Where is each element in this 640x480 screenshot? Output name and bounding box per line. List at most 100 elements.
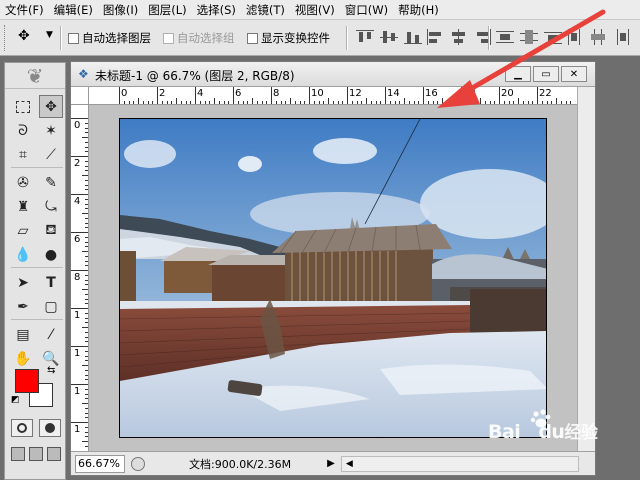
swap-colors-icon[interactable]: ⇆ <box>47 365 55 376</box>
screen-mode-standard-icon[interactable] <box>11 447 25 461</box>
distribute-right-icon[interactable] <box>614 29 632 45</box>
menu-file[interactable]: 文件(F) <box>0 0 49 20</box>
align-left-icon[interactable] <box>426 29 444 45</box>
standard-mode-icon[interactable] <box>11 419 33 437</box>
zoom-field[interactable]: 66.67% <box>75 454 125 473</box>
move-tool-icon[interactable]: ✥ <box>39 95 63 118</box>
default-colors-icon[interactable]: ◩ <box>11 395 20 405</box>
ruler-tick <box>185 101 187 104</box>
ruler-origin[interactable] <box>71 87 89 105</box>
checkbox-box[interactable] <box>247 32 258 44</box>
ruler-tick <box>313 101 315 104</box>
stamp-icon[interactable]: ♜ <box>11 195 35 218</box>
ruler-tick <box>161 101 163 104</box>
distribute-left-icon[interactable] <box>566 29 584 45</box>
separator <box>60 26 62 50</box>
distribute-vcenter-icon[interactable] <box>520 29 538 45</box>
align-bottom-icon[interactable] <box>404 29 422 45</box>
menu-view[interactable]: 视图(V) <box>290 0 340 20</box>
status-icon[interactable] <box>131 456 145 471</box>
bucket-icon[interactable]: ⛾ <box>39 219 63 242</box>
lasso-icon[interactable]: ᘐ <box>11 119 35 142</box>
eraser-icon[interactable]: ▱ <box>11 219 35 242</box>
align-hcenter-icon[interactable] <box>450 29 468 45</box>
marquee-icon[interactable] <box>11 95 35 118</box>
brush-icon[interactable]: ✎ <box>39 171 63 194</box>
distribute-hcenter-icon[interactable] <box>590 29 608 45</box>
distribute-top-icon[interactable] <box>496 29 514 45</box>
ruler-label: 14 <box>387 88 400 99</box>
ruler-tick <box>237 101 239 104</box>
document-info: 文档:900.0K/2.36M <box>189 457 292 471</box>
screen-mode-full-menu-icon[interactable] <box>29 447 43 461</box>
pen-icon[interactable]: ✒ <box>11 295 35 318</box>
show-transform-controls-checkbox[interactable]: 显示变换控件 <box>247 30 330 46</box>
align-vcenter-icon[interactable] <box>380 29 398 45</box>
distribute-bottom-icon[interactable] <box>544 29 562 45</box>
eyedropper-icon[interactable]: ⁄ <box>39 323 63 346</box>
menu-help[interactable]: 帮助(H) <box>393 0 444 20</box>
scroll-left-icon[interactable]: ◀ <box>346 459 353 469</box>
document-titlebar[interactable]: ❖ 未标题-1 @ 66.7% (图层 2, RGB/8) ▁ ▭ ✕ <box>71 62 595 87</box>
close-button[interactable]: ✕ <box>561 66 587 82</box>
options-grip[interactable] <box>4 25 7 51</box>
ruler-tick <box>71 194 88 195</box>
notes-icon[interactable]: ▤ <box>11 323 35 346</box>
path-select-icon[interactable]: ➤ <box>11 271 35 294</box>
history-brush-icon[interactable]: ⤿ <box>39 195 63 218</box>
auto-select-layer-checkbox[interactable]: 自动选择图层 <box>68 30 151 46</box>
ruler-tick <box>85 160 88 162</box>
align-top-icon[interactable] <box>356 29 374 45</box>
horizontal-scrollbar[interactable]: ◀ <box>340 455 579 472</box>
ruler-label: 16 <box>425 88 438 99</box>
ruler-tick <box>294 101 296 104</box>
menu-select[interactable]: 选择(S) <box>192 0 241 20</box>
maximize-button[interactable]: ▭ <box>533 66 559 82</box>
tool-preset-picker[interactable]: ✥ ▼ <box>18 28 58 48</box>
dodge-icon[interactable]: ● <box>39 243 63 266</box>
ruler-tick <box>432 101 434 104</box>
status-menu-arrow-icon[interactable]: ▶ <box>327 458 335 469</box>
ruler-tick <box>442 98 443 104</box>
horizontal-ruler[interactable]: 0 2 4 6 8 10 12 14 16 18 20 22 <box>89 87 577 105</box>
checkbox-box[interactable] <box>68 32 79 44</box>
magic-wand-icon[interactable]: ✶ <box>39 119 63 142</box>
toolbox-feather-icon[interactable]: ❦ <box>5 63 65 89</box>
blur-icon[interactable]: 💧 <box>11 243 35 266</box>
ruler-tick <box>85 227 88 229</box>
ruler-tick <box>85 284 88 286</box>
ruler-tick <box>299 101 301 104</box>
crop-icon[interactable]: ⌗ <box>11 143 35 166</box>
ruler-tick <box>85 312 88 314</box>
ruler-tick <box>280 101 282 104</box>
menu-layer[interactable]: 图层(L) <box>143 0 191 20</box>
ruler-tick <box>82 251 88 252</box>
ruler-tick <box>85 265 88 267</box>
type-icon[interactable]: T <box>39 271 63 294</box>
ruler-tick <box>85 303 88 305</box>
menu-image[interactable]: 图像(I) <box>98 0 143 20</box>
vertical-ruler[interactable]: 0 2 4 6 8 1 1 1 1 <box>71 105 89 451</box>
quickmask-mode-icon[interactable] <box>39 419 61 437</box>
menu-edit[interactable]: 编辑(E) <box>49 0 98 20</box>
slice-icon[interactable]: ⟋ <box>39 143 63 166</box>
ruler-tick <box>209 101 211 104</box>
minimize-button[interactable]: ▁ <box>505 66 531 82</box>
shape-icon[interactable]: ▢ <box>39 295 63 318</box>
ruler-tick <box>85 132 88 134</box>
menu-window[interactable]: 窗口(W) <box>340 0 393 20</box>
foreground-color-swatch[interactable] <box>15 369 39 393</box>
ruler-label: 12 <box>349 88 362 99</box>
ruler-label: 6 <box>74 234 81 245</box>
screen-mode-full-icon[interactable] <box>47 447 61 461</box>
ruler-tick <box>85 369 88 371</box>
vertical-scrollbar[interactable] <box>577 87 595 451</box>
canvas-photo[interactable] <box>119 118 547 438</box>
options-bar: ✥ ▼ 自动选择图层 自动选择组 显示变换控件 <box>0 20 640 56</box>
status-bar: 66.67% 文档:900.0K/2.36M ▶ ◀ <box>71 451 595 475</box>
ruler-tick <box>366 98 367 104</box>
distribute-group <box>496 29 562 45</box>
menu-filter[interactable]: 滤镜(T) <box>241 0 290 20</box>
ruler-tick <box>446 101 448 104</box>
healing-icon[interactable]: ✇ <box>11 171 35 194</box>
